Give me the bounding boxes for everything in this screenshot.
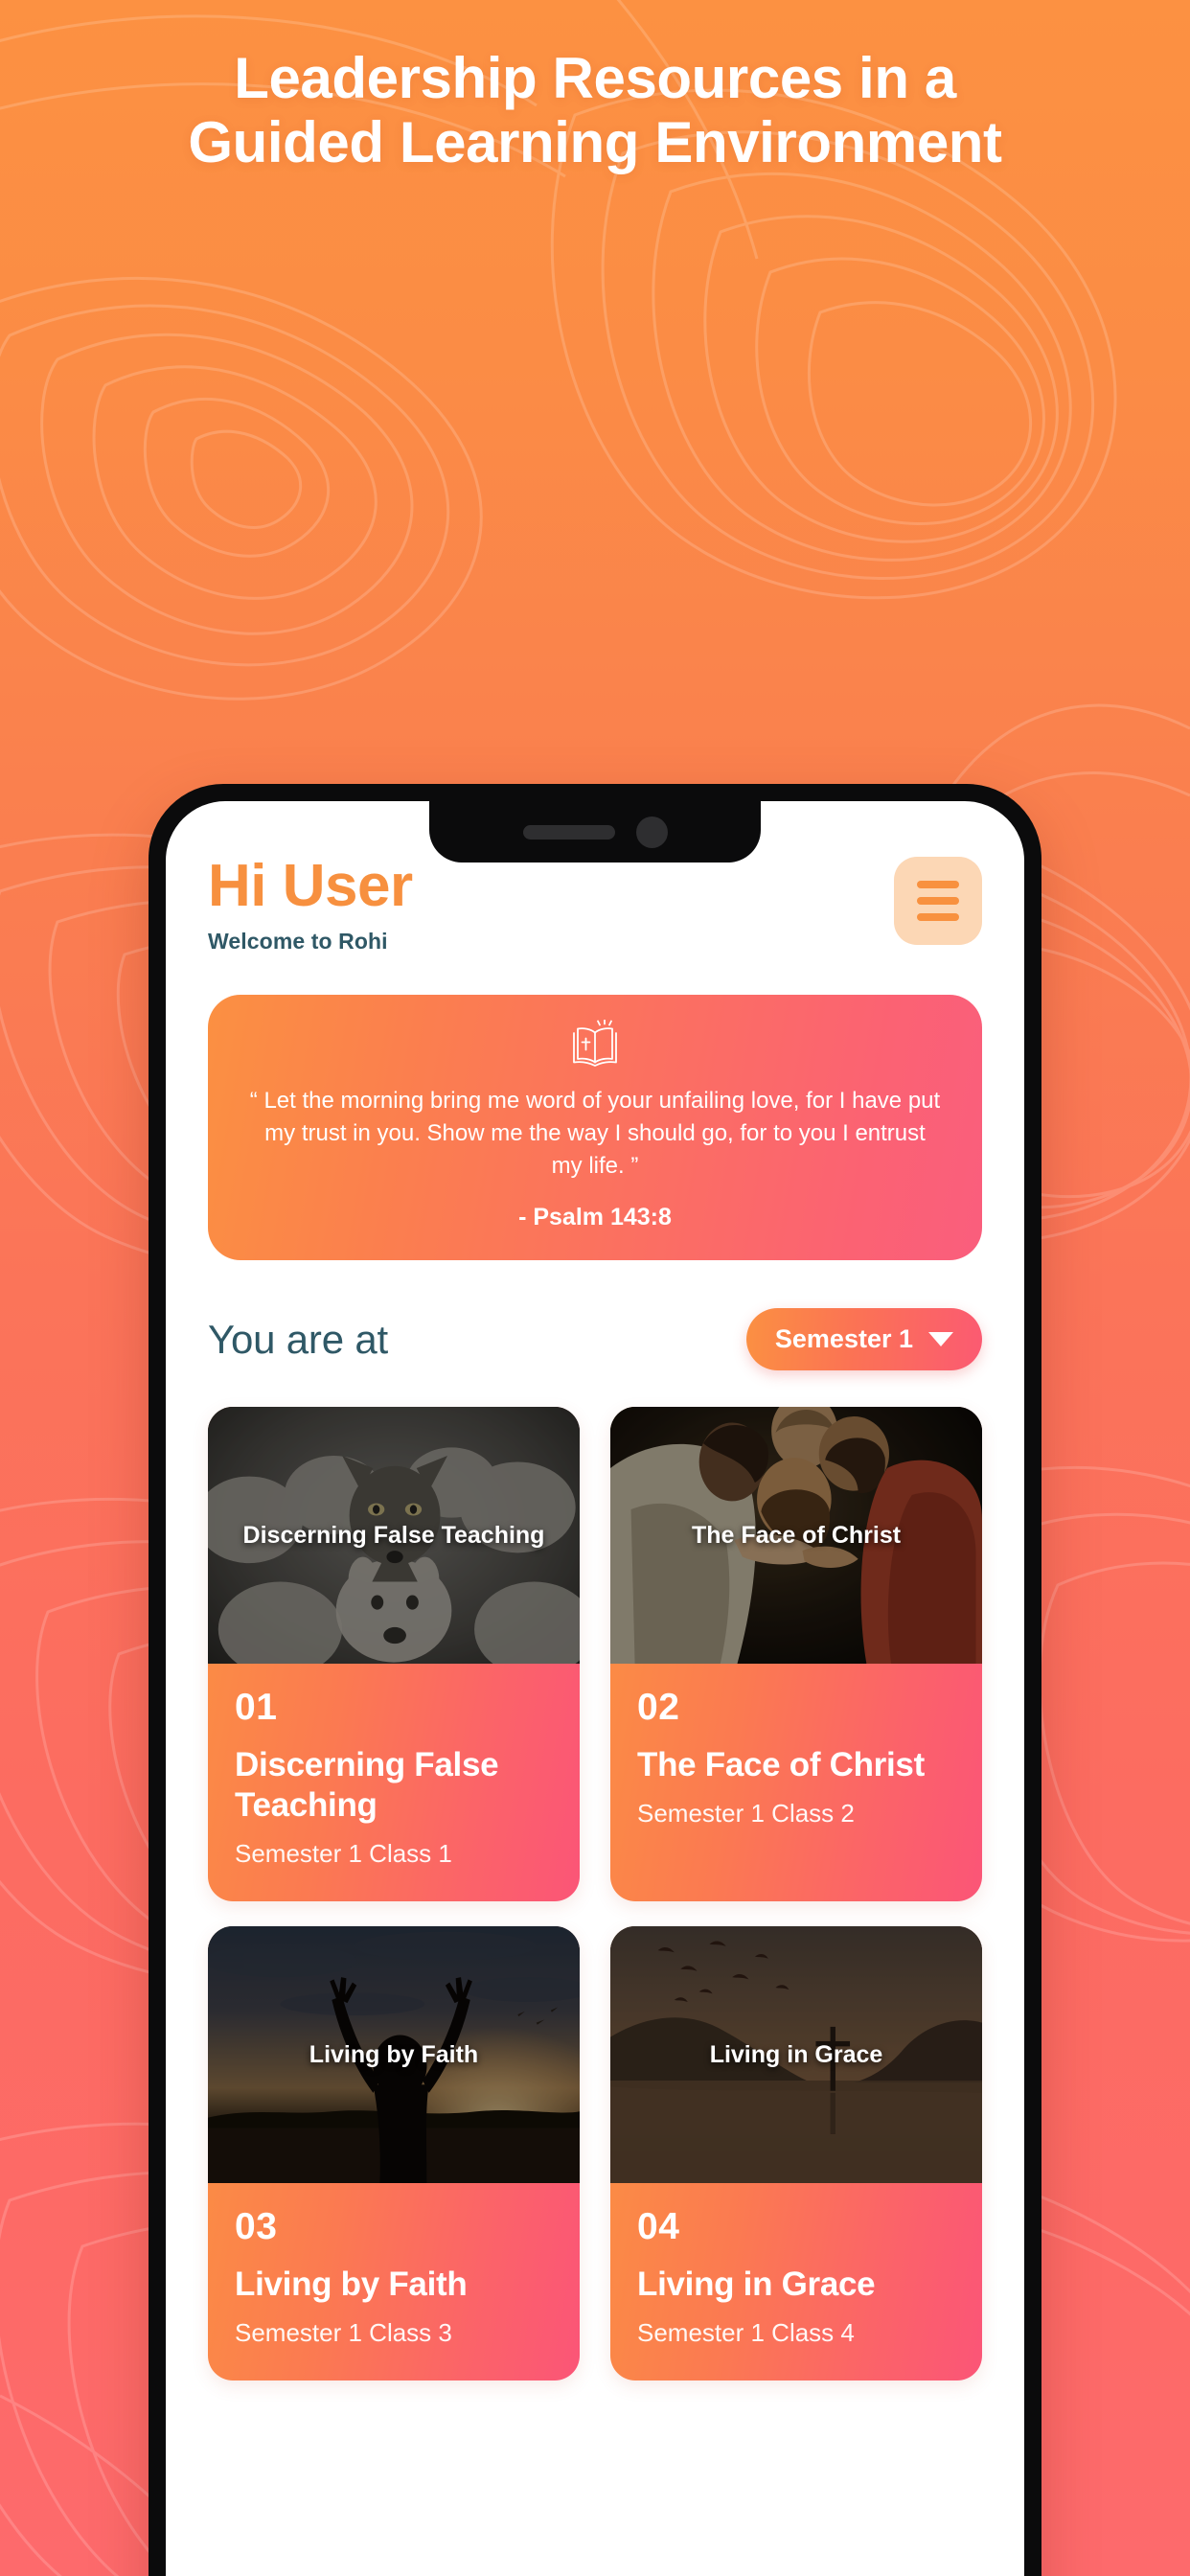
page-title: You are at — [208, 1316, 388, 1362]
course-thumbnail: The Face of Christ — [610, 1407, 982, 1665]
open-bible-icon — [240, 1020, 950, 1070]
course-grid: Discerning False Teaching 01 Discerning … — [208, 1407, 982, 2381]
course-card-body: 01 Discerning False Teaching Semester 1 … — [208, 1664, 580, 1901]
course-number: 02 — [637, 1687, 680, 1729]
greeting-title: Hi User — [208, 853, 413, 919]
course-card[interactable]: Discerning False Teaching 01 Discerning … — [208, 1407, 580, 1902]
headline-line-2: Guided Learning Environment — [188, 110, 1002, 175]
headline-line-1: Leadership Resources in a — [234, 46, 956, 110]
course-card[interactable]: The Face of Christ 02 The Face of Christ… — [610, 1407, 982, 1902]
app-content: Hi User Welcome to Rohi “ Let the mornin… — [166, 801, 1024, 2576]
course-title: Living in Grace — [637, 2266, 876, 2304]
course-thumbnail: Living in Grace — [610, 1926, 982, 2184]
promo-headline: Leadership Resources in a Guided Learnin… — [0, 46, 1190, 174]
course-number: 01 — [235, 1687, 278, 1729]
hamburger-menu-icon[interactable] — [894, 857, 982, 945]
greeting-subtitle: Welcome to Rohi — [208, 929, 388, 954]
menu-bar-bottom — [917, 913, 959, 921]
course-thumbnail: Living by Faith — [208, 1926, 580, 2184]
phone-notch — [429, 801, 761, 862]
course-title: The Face of Christ — [637, 1746, 925, 1784]
course-meta: Semester 1 Class 2 — [637, 1799, 855, 1828]
phone-mockup-frame: Hi User Welcome to Rohi “ Let the mornin… — [149, 784, 1041, 2576]
promo-screenshot-root: Leadership Resources in a Guided Learnin… — [0, 0, 1190, 2576]
verse-text: “ Let the morning bring me word of your … — [249, 1088, 941, 1180]
semester-selector[interactable]: Semester 1 — [745, 1308, 982, 1371]
course-thumbnail: Discerning False Teaching — [208, 1407, 580, 1665]
phone-screen: Hi User Welcome to Rohi “ Let the mornin… — [166, 801, 1024, 2576]
course-title: Discerning False Teaching — [235, 1746, 499, 1825]
thumbnail-label: Living in Grace — [709, 2040, 883, 2068]
course-meta: Semester 1 Class 1 — [235, 1839, 452, 1869]
thumbnail-label: Living by Faith — [309, 2040, 479, 2068]
chevron-down-icon — [928, 1332, 953, 1347]
course-card-body: 03 Living by Faith Semester 1 Class 3 — [208, 2183, 580, 2380]
notch-speaker-slot — [522, 824, 615, 840]
notch-front-camera — [635, 816, 668, 848]
greeting-block: Hi User Welcome to Rohi — [208, 851, 413, 954]
course-card[interactable]: Living in Grace 04 Living in Grace Semes… — [610, 1926, 982, 2381]
course-number: 03 — [235, 2206, 278, 2248]
course-card-body: 04 Living in Grace Semester 1 Class 4 — [610, 2183, 982, 2380]
course-card-body: 02 The Face of Christ Semester 1 Class 2 — [610, 1664, 982, 1861]
menu-bar-top — [917, 881, 959, 888]
thumbnail-label: The Face of Christ — [691, 1521, 902, 1549]
daily-verse-card: “ Let the morning bring me word of your … — [208, 995, 982, 1261]
course-meta: Semester 1 Class 4 — [637, 2318, 855, 2348]
course-meta: Semester 1 Class 3 — [235, 2318, 452, 2348]
semester-selector-label: Semester 1 — [774, 1324, 913, 1354]
thumbnail-label: Discerning False Teaching — [242, 1521, 545, 1549]
course-number: 04 — [637, 2206, 680, 2248]
menu-bar-middle — [917, 897, 959, 905]
course-title: Living by Faith — [235, 2266, 468, 2304]
section-header-row: You are at Semester 1 — [208, 1308, 982, 1371]
verse-reference: - Psalm 143:8 — [518, 1204, 672, 1231]
course-card[interactable]: Living by Faith 03 Living by Faith Semes… — [208, 1926, 580, 2381]
